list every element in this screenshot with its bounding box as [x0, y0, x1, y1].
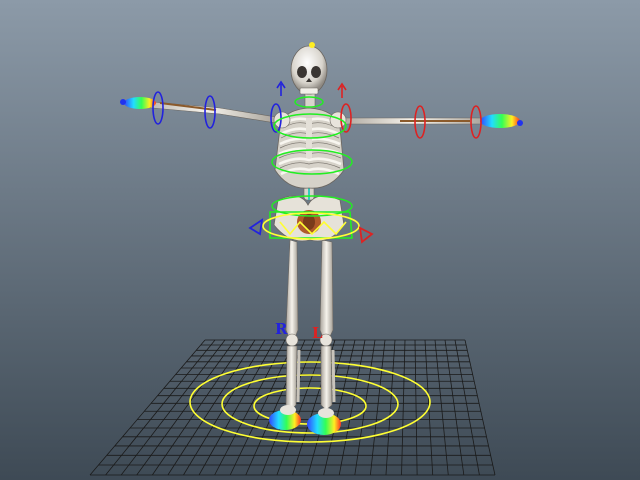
left-knee-label: L — [312, 324, 323, 342]
3d-viewport[interactable]: R L — [0, 0, 640, 480]
viewport-scene: R L — [0, 0, 640, 480]
pelvis — [273, 195, 345, 242]
right-knee-label: R — [275, 320, 288, 338]
